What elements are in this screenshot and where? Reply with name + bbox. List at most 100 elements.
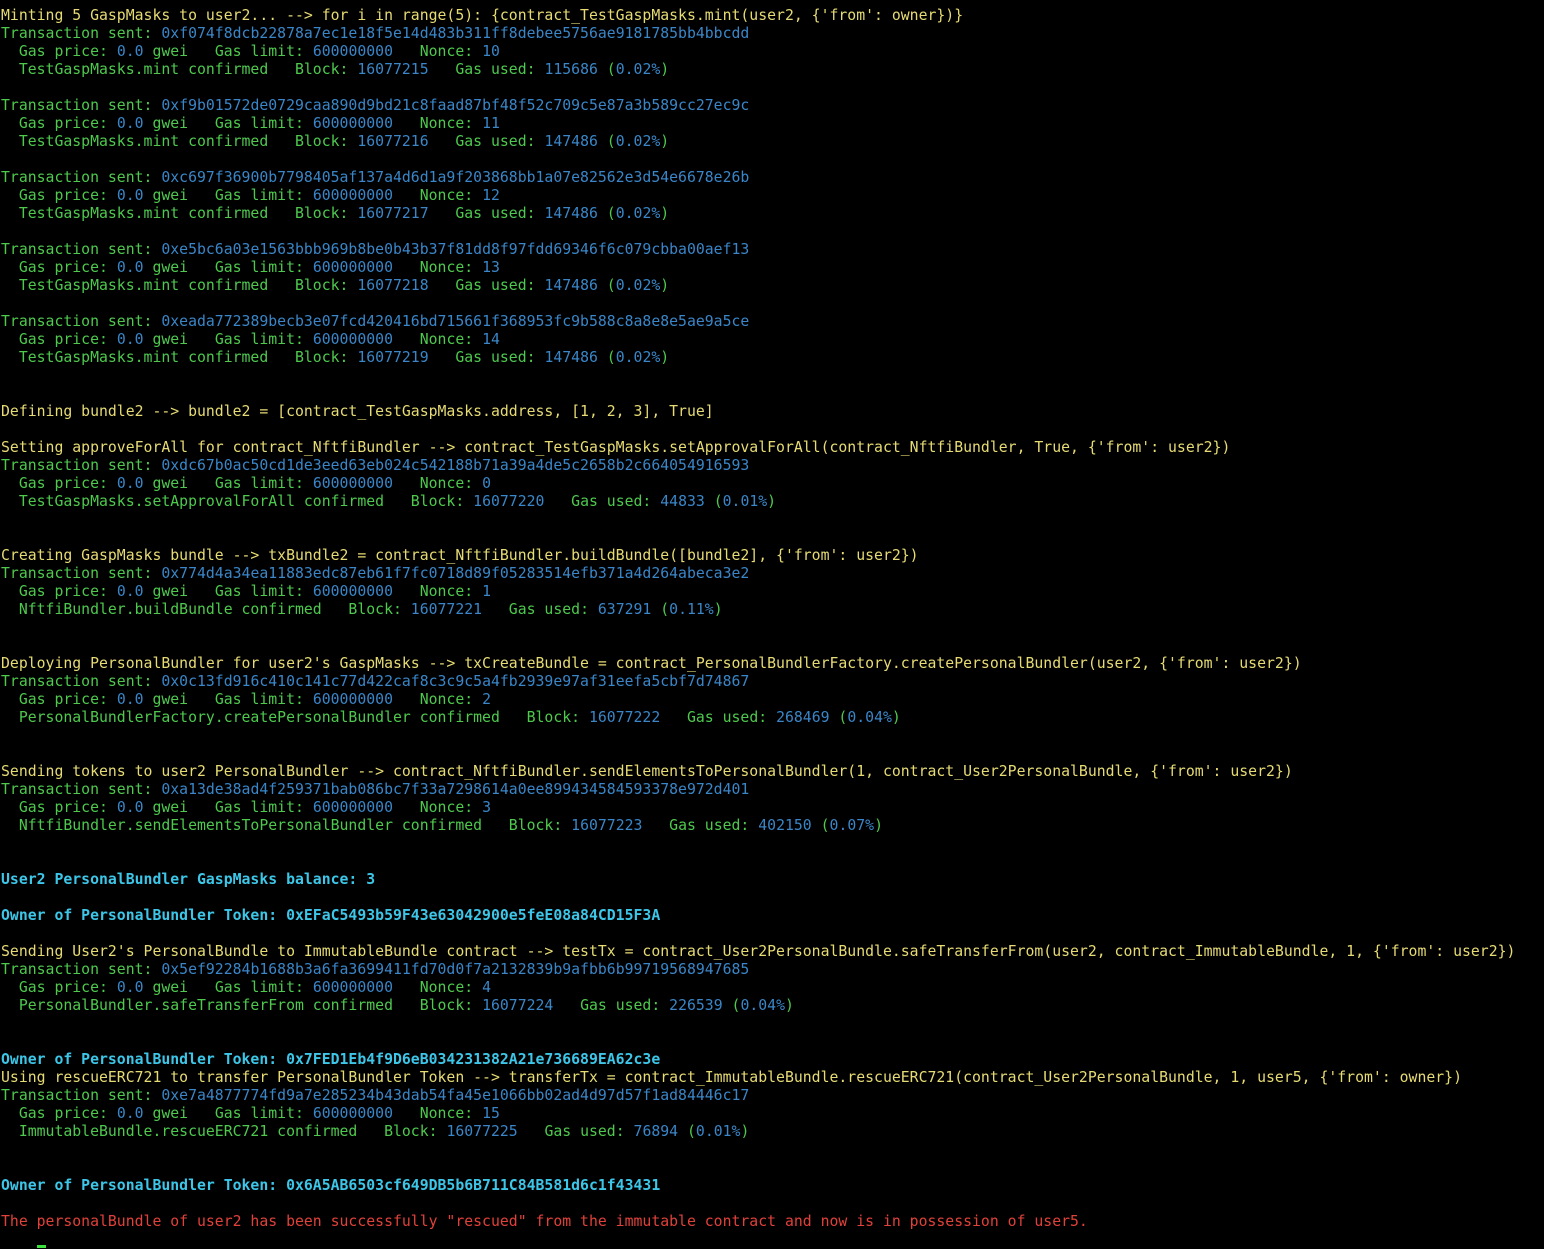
terminal-text: Gas used:	[642, 817, 759, 834]
terminal-text: Minting 5 GaspMasks to user2... --> for …	[1, 7, 964, 24]
terminal-text: 0.01%	[722, 493, 768, 510]
terminal-line: Owner of PersonalBundler Token: 0x7FED1E…	[1, 1051, 1544, 1069]
terminal-text: 0xeada772389becb3e07fcd420416bd715661f36…	[161, 313, 750, 330]
terminal-text: 0.04%	[740, 997, 785, 1014]
terminal-text: TestGaspMasks.mint confirmed Block:	[1, 61, 358, 78]
terminal-text: 0x0c13fd916c410c141c77d422caf8c3c9c5a4fb…	[161, 673, 750, 690]
terminal-text: gwei Gas limit:	[143, 583, 313, 600]
terminal-line: Owner of PersonalBundler Token: 0x6A5AB6…	[1, 1177, 1544, 1195]
terminal-text: ImmutableBundle.rescueERC721 confirmed B…	[1, 1123, 447, 1140]
terminal-text: Gas price:	[1, 583, 117, 600]
terminal-text: Gas used:	[428, 205, 545, 222]
terminal-text: 2	[482, 691, 492, 708]
terminal-line: Gas price: 0.0 gwei Gas limit: 600000000…	[1, 799, 1544, 817]
terminal-text: Using rescueERC721 to transfer PersonalB…	[1, 1069, 1462, 1086]
terminal-text: 0xa13de38ad4f259371bab086bc7f33a7298614a…	[161, 781, 750, 798]
terminal-line: TestGaspMasks.mint confirmed Block: 1607…	[1, 349, 1544, 367]
terminal-text: 16077216	[357, 133, 429, 150]
terminal-text: (	[722, 997, 741, 1014]
terminal-text: Nonce:	[393, 187, 483, 204]
terminal-text: 0.02%	[615, 277, 661, 294]
terminal-line: Transaction sent: 0xa13de38ad4f259371bab…	[1, 781, 1544, 799]
terminal-text: (	[597, 133, 616, 150]
terminal-text: (	[597, 349, 616, 366]
terminal-text: Owner of PersonalBundler Token: 0x6A5AB6…	[1, 1177, 661, 1194]
terminal-text: 16077225	[446, 1123, 518, 1140]
text-cursor	[36, 1245, 46, 1248]
terminal-output[interactable]: Minting 5 GaspMasks to user2... --> for …	[1, 7, 1544, 1249]
terminal-text: gwei Gas limit:	[143, 43, 313, 60]
terminal-text: 0xc697f36900b7798405af137a4d6d1a9f203868…	[161, 169, 750, 186]
terminal-text: 16077217	[357, 205, 429, 222]
terminal-text: 16077221	[410, 601, 483, 618]
terminal-line: Transaction sent: 0x774d4a34ea11883edc87…	[1, 565, 1544, 583]
terminal-line: Sending tokens to user2 PersonalBundler …	[1, 763, 1544, 781]
terminal-text: Gas price:	[1, 187, 117, 204]
terminal-line: Transaction sent: 0xf074f8dcb22878a7ec1e…	[1, 25, 1544, 43]
terminal-line: Gas price: 0.0 gwei Gas limit: 600000000…	[1, 187, 1544, 205]
terminal-text: 600000000	[312, 475, 393, 492]
terminal-text: )	[713, 601, 723, 618]
terminal-text: TestGaspMasks.setApprovalForAll confirme…	[1, 493, 474, 510]
terminal-line: Gas price: 0.0 gwei Gas limit: 600000000…	[1, 259, 1544, 277]
terminal-text: Nonce:	[393, 259, 483, 276]
terminal-text: Transaction sent:	[1, 241, 162, 258]
terminal-text: 115686	[544, 61, 598, 78]
terminal-text: 0.0	[116, 43, 144, 60]
terminal-text: Gas price:	[1, 799, 117, 816]
terminal-text: 0.0	[116, 583, 144, 600]
terminal-text: )	[660, 205, 670, 222]
terminal-text: Nonce:	[393, 1105, 483, 1122]
terminal-text: Owner of PersonalBundler Token: 0x7FED1E…	[1, 1051, 661, 1068]
terminal-text: (	[597, 205, 616, 222]
terminal-text: 147486	[544, 133, 598, 150]
terminal-text: Gas price:	[1, 331, 117, 348]
terminal-text: Transaction sent:	[1, 565, 162, 582]
terminal-text: (	[811, 817, 830, 834]
terminal-text: 0x774d4a34ea11883edc87eb61f7fc0718d89f05…	[161, 565, 750, 582]
terminal-line: Transaction sent: 0xf9b01572de0729caa890…	[1, 97, 1544, 115]
terminal-line: TestGaspMasks.mint confirmed Block: 1607…	[1, 277, 1544, 295]
terminal-text: Gas used:	[428, 61, 545, 78]
terminal-text: 16077215	[357, 61, 429, 78]
terminal-text: Transaction sent:	[1, 781, 162, 798]
terminal-text: )	[784, 997, 794, 1014]
terminal-line: Creating GaspMasks bundle --> txBundle2 …	[1, 547, 1544, 565]
terminal-line: Transaction sent: 0xc697f36900b7798405af…	[1, 169, 1544, 187]
terminal-text: 226539	[669, 997, 723, 1014]
terminal-text: )	[660, 277, 670, 294]
terminal-text: Gas price:	[1, 115, 117, 132]
terminal-text: 402150	[758, 817, 812, 834]
terminal-text: 0.0	[116, 691, 144, 708]
terminal-text: Nonce:	[393, 979, 483, 996]
terminal-text: gwei Gas limit:	[143, 979, 313, 996]
terminal-text: Gas used:	[660, 709, 777, 726]
terminal-text: 0.02%	[615, 133, 661, 150]
terminal-text: 600000000	[312, 259, 393, 276]
terminal-text: 600000000	[312, 979, 393, 996]
terminal-text: 0.0	[116, 187, 144, 204]
terminal-line: Sending User2's PersonalBundle to Immuta…	[1, 943, 1544, 961]
terminal-text: 16077223	[571, 817, 643, 834]
terminal-text: 0xf074f8dcb22878a7ec1e18f5e14d483b311ff8…	[161, 25, 750, 42]
terminal-text: Nonce:	[393, 475, 483, 492]
terminal-line: Gas price: 0.0 gwei Gas limit: 600000000…	[1, 583, 1544, 601]
terminal-text: 600000000	[312, 583, 393, 600]
terminal-text: Defining bundle2 --> bundle2 = [contract…	[1, 403, 714, 420]
terminal-text: NftfiBundler.sendElementsToPersonalBundl…	[1, 817, 572, 834]
terminal-line: Transaction sent: 0x5ef92284b1688b3a6fa3…	[1, 961, 1544, 979]
terminal-text: )	[891, 709, 901, 726]
terminal-line: Minting 5 GaspMasks to user2... --> for …	[1, 7, 1544, 25]
terminal-text: Nonce:	[393, 331, 483, 348]
terminal-text: 147486	[544, 349, 598, 366]
terminal-text: 147486	[544, 277, 598, 294]
terminal-line: Gas price: 0.0 gwei Gas limit: 600000000…	[1, 331, 1544, 349]
terminal-text: Gas price:	[1, 691, 117, 708]
